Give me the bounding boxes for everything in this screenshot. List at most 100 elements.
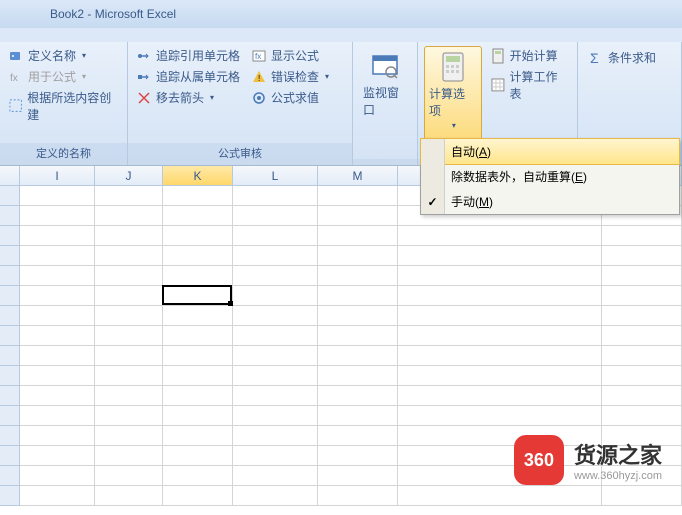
trace-dependents-button[interactable]: 追踪从属单元格 <box>134 67 249 86</box>
cell[interactable] <box>318 306 398 326</box>
cell[interactable] <box>318 326 398 346</box>
row-header[interactable] <box>0 346 20 366</box>
cell[interactable] <box>398 366 602 386</box>
cell[interactable] <box>20 486 95 506</box>
cell[interactable] <box>163 206 233 226</box>
cell[interactable] <box>602 266 682 286</box>
define-name-button[interactable]: 定义名称 ▾ <box>6 46 121 65</box>
cell[interactable] <box>233 186 318 206</box>
cell[interactable] <box>398 246 602 266</box>
cell[interactable] <box>398 286 602 306</box>
cell[interactable] <box>20 306 95 326</box>
cell[interactable] <box>318 406 398 426</box>
cell[interactable] <box>318 186 398 206</box>
row-header[interactable] <box>0 366 20 386</box>
cell[interactable] <box>20 366 95 386</box>
col-header-l[interactable]: L <box>233 166 318 185</box>
cell[interactable] <box>233 226 318 246</box>
cell[interactable] <box>163 246 233 266</box>
cell[interactable] <box>602 346 682 366</box>
cell[interactable] <box>233 206 318 226</box>
row-header[interactable] <box>0 206 20 226</box>
cell[interactable] <box>318 226 398 246</box>
cell[interactable] <box>163 186 233 206</box>
trace-precedents-button[interactable]: 追踪引用单元格 <box>134 46 249 65</box>
col-header-m[interactable]: M <box>318 166 398 185</box>
cell[interactable] <box>318 386 398 406</box>
cell[interactable] <box>233 366 318 386</box>
cell[interactable] <box>163 326 233 346</box>
cell[interactable] <box>233 446 318 466</box>
cell[interactable] <box>318 346 398 366</box>
cell[interactable] <box>602 226 682 246</box>
cell[interactable] <box>398 486 602 506</box>
create-from-selection-button[interactable]: 根据所选内容创建 <box>6 88 121 124</box>
cell[interactable] <box>20 226 95 246</box>
cell[interactable] <box>95 366 163 386</box>
cell[interactable] <box>20 446 95 466</box>
cell[interactable] <box>233 426 318 446</box>
cell[interactable] <box>20 266 95 286</box>
cell[interactable] <box>163 286 233 306</box>
remove-arrows-button[interactable]: 移去箭头 ▾ <box>134 88 249 107</box>
cell[interactable] <box>20 426 95 446</box>
cell[interactable] <box>233 326 318 346</box>
cell[interactable] <box>95 326 163 346</box>
error-check-button[interactable]: ! 错误检查 ▾ <box>249 67 331 86</box>
cell[interactable] <box>602 366 682 386</box>
calculate-now-button[interactable]: 开始计算 <box>488 46 571 65</box>
row-header[interactable] <box>0 306 20 326</box>
menu-item-except-tables[interactable]: 除数据表外，自动重算(E) <box>421 164 679 189</box>
conditional-sum-button[interactable]: Σ 条件求和 <box>586 48 658 67</box>
cell[interactable] <box>163 266 233 286</box>
watch-window-button[interactable]: 监视窗口 <box>359 46 411 155</box>
cell[interactable] <box>20 326 95 346</box>
cell[interactable] <box>20 186 95 206</box>
cell[interactable] <box>20 346 95 366</box>
cell[interactable] <box>20 406 95 426</box>
cell[interactable] <box>163 426 233 446</box>
row-header[interactable] <box>0 386 20 406</box>
cell[interactable] <box>95 266 163 286</box>
cell[interactable] <box>602 286 682 306</box>
cell[interactable] <box>95 426 163 446</box>
cell[interactable] <box>602 486 682 506</box>
cell[interactable] <box>95 486 163 506</box>
cell[interactable] <box>233 466 318 486</box>
cell[interactable] <box>233 386 318 406</box>
cell[interactable] <box>233 346 318 366</box>
cell[interactable] <box>95 246 163 266</box>
cell[interactable] <box>233 486 318 506</box>
cell[interactable] <box>318 426 398 446</box>
cell[interactable] <box>233 286 318 306</box>
show-formulas-button[interactable]: fx 显示公式 <box>249 46 331 65</box>
cell[interactable] <box>95 286 163 306</box>
menu-item-manual[interactable]: ✓ 手动(M) <box>421 189 679 214</box>
cell[interactable] <box>602 306 682 326</box>
cell[interactable] <box>233 406 318 426</box>
cell[interactable] <box>95 446 163 466</box>
cell[interactable] <box>318 246 398 266</box>
col-header-k[interactable]: K <box>163 166 233 185</box>
cell[interactable] <box>163 406 233 426</box>
cell[interactable] <box>20 286 95 306</box>
row-header[interactable] <box>0 226 20 246</box>
row-header[interactable] <box>0 406 20 426</box>
cell[interactable] <box>95 466 163 486</box>
row-header[interactable] <box>0 446 20 466</box>
cell[interactable] <box>233 246 318 266</box>
cell[interactable] <box>163 346 233 366</box>
row-header[interactable] <box>0 246 20 266</box>
cell[interactable] <box>318 266 398 286</box>
row-header[interactable] <box>0 266 20 286</box>
cell[interactable] <box>163 226 233 246</box>
cell[interactable] <box>318 466 398 486</box>
cell[interactable] <box>163 486 233 506</box>
row-header[interactable] <box>0 486 20 506</box>
cell[interactable] <box>95 206 163 226</box>
cell[interactable] <box>318 486 398 506</box>
cell[interactable] <box>602 386 682 406</box>
cell[interactable] <box>398 406 602 426</box>
row-header[interactable] <box>0 466 20 486</box>
cell[interactable] <box>163 386 233 406</box>
